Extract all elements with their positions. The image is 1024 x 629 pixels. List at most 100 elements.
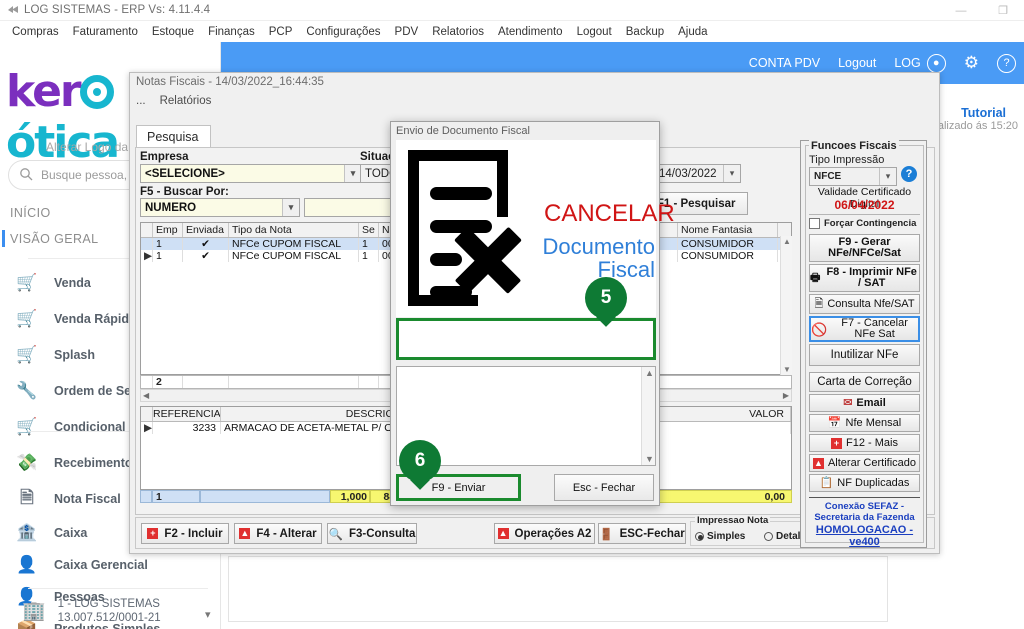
cell-enviada[interactable]: ✔	[183, 238, 229, 250]
empresa-select[interactable]: <SELECIONE> ▾	[140, 164, 362, 183]
alterar-button[interactable]: ▲ F4 - Alterar	[234, 523, 322, 544]
gear-icon[interactable]: ⚙	[964, 53, 979, 73]
buscar-por-value: NUMERO	[145, 201, 197, 214]
col-referencia[interactable]: REFERENCIA	[153, 407, 221, 421]
consulta-nfe-button[interactable]: 🗎 Consulta Nfe/SAT	[809, 294, 920, 314]
modal-title: Envio de Documento Fiscal	[396, 125, 530, 137]
email-button[interactable]: ✉ Email	[809, 394, 920, 412]
tipo-impressao-select[interactable]: NFCE ▾	[809, 167, 897, 186]
chevron-down-icon[interactable]: ▼	[645, 454, 654, 464]
question-icon[interactable]: ?	[901, 166, 917, 182]
app-icon	[6, 4, 19, 17]
header-logout[interactable]: Logout	[838, 56, 876, 70]
checkbox-box[interactable]	[809, 218, 820, 229]
menu-item-logout[interactable]: Logout	[570, 26, 619, 38]
alterar-certificado-button[interactable]: ▲ Alterar Certificado	[809, 454, 920, 472]
tutorial-link-outer[interactable]: Tutorial	[961, 106, 1006, 120]
consulta-label: F3-Consulta	[348, 527, 416, 540]
notes-grid-vscrollbar[interactable]: ▲ ▼	[780, 236, 792, 375]
menu-item-faturamento[interactable]: Faturamento	[66, 26, 145, 38]
sefaz-status: HOMOLOGACAO - ve400	[815, 524, 914, 548]
notes-count: 2	[153, 376, 183, 388]
row-marker	[141, 238, 153, 250]
col-valor[interactable]: VALOR	[644, 407, 791, 421]
cart-money-icon: 🛒	[16, 345, 38, 364]
cell-enviada[interactable]: ✔	[183, 250, 229, 262]
nf-menu-relatorios[interactable]: Relatórios	[160, 95, 212, 107]
items-footer-count: 1	[152, 490, 200, 503]
chevron-down-icon[interactable]: ▼	[783, 365, 791, 374]
sidebar-item-visao-geral[interactable]: VISÃO GERAL	[10, 232, 98, 246]
radio-simples-dot[interactable]	[695, 532, 704, 541]
nf-menu-more[interactable]: ...	[136, 95, 146, 107]
menu-item-financas[interactable]: Finanças	[201, 26, 262, 38]
dashboard-content-box	[228, 556, 888, 622]
menu-item-ajuda[interactable]: Ajuda	[671, 26, 714, 38]
col-tipo[interactable]: Tipo da Nota	[229, 223, 359, 237]
chevron-up-icon[interactable]: ▲	[783, 237, 791, 246]
tab-pesquisa[interactable]: Pesquisa	[136, 125, 212, 149]
menu-item-configuracoes[interactable]: Configurações	[299, 26, 387, 38]
esc-fechar-button[interactable]: 🚪 ESC-Fechar	[598, 523, 686, 544]
forcar-contingencia-checkbox[interactable]: Forçar Contingencia	[809, 218, 916, 229]
hand-money-icon: 💸	[16, 453, 38, 472]
menu-item-relatorios[interactable]: Relatorios	[425, 26, 491, 38]
minimize-button[interactable]: —	[940, 0, 982, 21]
sidebar-divider-3	[28, 588, 208, 589]
consulta-button[interactable]: 🔍 F3-Consulta	[327, 523, 417, 544]
chevron-down-icon[interactable]: ▾	[344, 165, 361, 182]
menu-item-pcp[interactable]: PCP	[262, 26, 300, 38]
operacoes-button[interactable]: ▲ Operações A2	[494, 523, 595, 544]
chevron-right-icon[interactable]: ▶	[783, 391, 789, 400]
radio-detalhada-dot[interactable]	[764, 532, 773, 541]
col-marker	[141, 223, 153, 237]
nf-window-menu[interactable]: ... Relatórios	[136, 95, 211, 107]
header-conta-pdv[interactable]: CONTA PDV	[749, 56, 820, 70]
imprimir-nfe-button[interactable]: 🖶 F8 - Imprimir NFe / SAT	[809, 264, 920, 292]
menu-item-pdv[interactable]: PDV	[388, 26, 426, 38]
plus-icon: +	[831, 437, 843, 449]
nf-duplicadas-button[interactable]: 📋 NF Duplicadas	[809, 474, 920, 492]
chevron-down-icon[interactable]: ▾	[723, 165, 740, 182]
menu-item-compras[interactable]: Compras	[5, 26, 66, 38]
col-enviada[interactable]: Enviada	[183, 223, 229, 237]
chevron-left-icon[interactable]: ◀	[143, 391, 149, 400]
col-se[interactable]: Se	[359, 223, 379, 237]
menu-item-backup[interactable]: Backup	[619, 26, 671, 38]
restore-button[interactable]: ❐	[982, 0, 1024, 21]
chevron-up-icon[interactable]: ▲	[645, 368, 654, 378]
radio-simples[interactable]: Simples	[695, 531, 745, 542]
help-circle-icon[interactable]: ?	[997, 53, 1016, 73]
col-nome-fantasia[interactable]: Nome Fantasia	[678, 223, 778, 237]
user-icon[interactable]: ●	[926, 53, 946, 73]
forbidden-icon: 🚫	[811, 321, 828, 337]
chevron-down-icon[interactable]: ▾	[205, 608, 211, 621]
col-emp[interactable]: Emp	[153, 223, 183, 237]
header-log[interactable]: LOG ●	[894, 53, 946, 73]
plus-icon: +	[147, 528, 159, 539]
buscar-por-select[interactable]: NUMERO ▾	[140, 198, 300, 217]
inutilizar-nfe-button[interactable]: Inutilizar NFe	[809, 344, 920, 366]
sidebar-item-label: Splash	[54, 348, 95, 362]
cancelar-nfe-button[interactable]: 🚫 F7 - Cancelar NFe Sat	[809, 316, 920, 342]
f12-mais-button[interactable]: + F12 - Mais	[809, 434, 920, 452]
sidebar-item-label: Caixa Gerencial	[54, 558, 148, 572]
menu-item-estoque[interactable]: Estoque	[145, 26, 201, 38]
gerar-nfe-button[interactable]: F9 - Gerar NFe/NFCe/Sat	[809, 234, 920, 262]
incluir-button[interactable]: + F2 - Incluir	[141, 523, 229, 544]
menu-item-atendimento[interactable]: Atendimento	[491, 26, 570, 38]
chevron-down-icon[interactable]: ▾	[282, 199, 299, 216]
nfe-mensal-button[interactable]: 📅 Nfe Mensal	[809, 414, 920, 432]
notes-textarea-scrollbar[interactable]: ▲ ▼	[641, 367, 655, 465]
active-indicator	[2, 230, 5, 247]
main-menubar[interactable]: Compras Faturamento Estoque Finanças PCP…	[0, 21, 1024, 42]
empresa-label: Empresa	[140, 151, 189, 163]
company-footer[interactable]: 🏢 1 - LOG SISTEMAS 13.007.512/0001-21	[22, 597, 161, 625]
carta-correcao-button[interactable]: Carta de Correção	[809, 372, 920, 392]
window-controls[interactable]: — ❐	[940, 0, 1024, 21]
chevron-down-icon[interactable]: ▾	[879, 168, 896, 185]
fechar-button[interactable]: Esc - Fechar	[554, 474, 654, 501]
date-to-input[interactable]: 14/03/2022 ▾	[654, 164, 741, 183]
items-footer-qtd: 1,000	[330, 490, 370, 503]
cell-se: 1	[359, 250, 379, 262]
